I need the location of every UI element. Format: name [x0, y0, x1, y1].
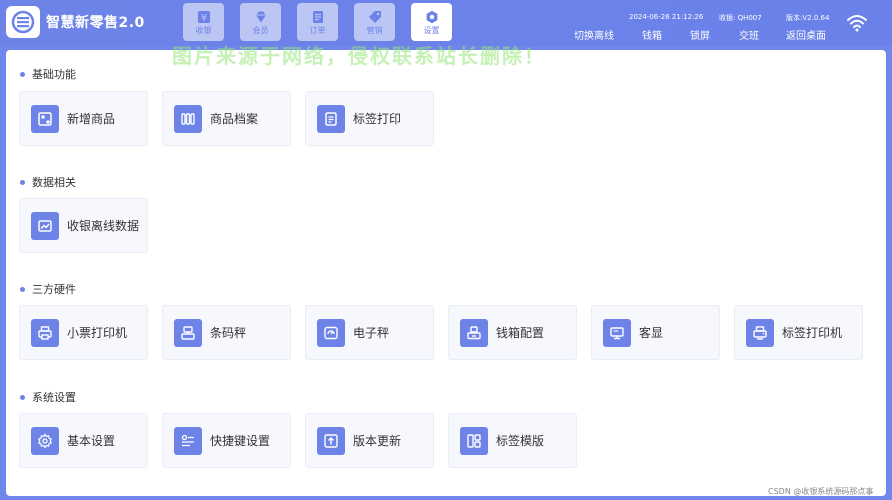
electronic-scale-icon [317, 318, 345, 347]
receipt-printer-icon [31, 318, 59, 347]
product-archive-icon [174, 104, 202, 133]
tile-basic-settings[interactable]: 基本设置 [19, 413, 148, 468]
offline-data-icon [31, 211, 59, 240]
bullet-dot [20, 179, 25, 185]
gear-icon [426, 10, 437, 23]
tag-icon [368, 10, 381, 23]
watermark-text: 图片来源于网络，侵权联系站长删除！ [172, 44, 546, 68]
diamond-icon [255, 11, 266, 22]
tile-offline-data[interactable]: 收银离线数据 [19, 198, 148, 253]
customer-display-icon [603, 318, 631, 347]
shift-handover-button[interactable]: 交班 [739, 27, 759, 42]
bullet-dot [20, 71, 25, 77]
tile-label: 电子秤 [353, 326, 390, 340]
tile-add-product[interactable]: 新增商品 [19, 91, 148, 146]
lock-screen-button[interactable]: 锁屏 [690, 27, 710, 42]
switch-offline-button[interactable]: 切换离线 [574, 27, 614, 42]
header-actions: 切换离线 钱箱 锁屏 交班 返回桌面 [0, 27, 892, 42]
shortcut-icon [174, 426, 202, 455]
label-print-icon [317, 104, 345, 133]
tile-label: 小票打印机 [67, 326, 128, 340]
tile-label: 收银离线数据 [67, 219, 140, 233]
tile-label-template[interactable]: 标签模版 [448, 413, 577, 468]
cash-drawer-button[interactable]: 钱箱 [642, 27, 662, 42]
wifi-icon [847, 15, 867, 32]
tile-label-printer[interactable]: 标签打印机 [734, 305, 863, 360]
return-desktop-button[interactable]: 返回桌面 [786, 27, 826, 42]
cashier-id: 收银: QH007 [719, 14, 762, 22]
tile-label: 标签打印机 [782, 326, 843, 340]
tile-customer-display[interactable]: 客显 [591, 305, 720, 360]
footer-credit: CSDN @收银系统源码那点事 [768, 487, 874, 496]
settings-panel: 基础功能 新增商品 商品档案 标签打印 数据相关 收银离线数据 三方硬件 小票打… [6, 50, 886, 496]
datetime-display: 2024-06-26 21:12:26 [629, 13, 704, 21]
tile-label: 条码秤 [210, 326, 247, 340]
version-label: 版本:V2.0.64 [786, 14, 830, 22]
section-title-data: 数据相关 [20, 174, 76, 190]
settings-gear-icon [31, 426, 59, 455]
tile-version-update[interactable]: 版本更新 [305, 413, 434, 468]
tile-cash-drawer-config[interactable]: 钱箱配置 [448, 305, 577, 360]
tile-receipt-printer[interactable]: 小票打印机 [19, 305, 148, 360]
tile-label: 基本设置 [67, 434, 116, 448]
tile-label: 商品档案 [210, 112, 259, 126]
tile-label: 版本更新 [353, 434, 402, 448]
svg-text:¥: ¥ [200, 13, 206, 24]
bullet-dot [20, 394, 25, 400]
yen-icon: ¥ [197, 10, 210, 24]
tile-electronic-scale[interactable]: 电子秤 [305, 305, 434, 360]
barcode-scale-icon [174, 318, 202, 347]
tile-label: 新增商品 [67, 112, 116, 126]
tile-label: 标签打印 [353, 112, 402, 126]
tile-label: 标签模版 [496, 434, 545, 448]
template-icon [460, 426, 488, 455]
label-printer-icon [746, 318, 774, 347]
order-icon [312, 10, 323, 23]
section-title-basic: 基础功能 [20, 66, 76, 82]
tile-label: 钱箱配置 [496, 326, 545, 340]
section-title-hardware: 三方硬件 [20, 281, 76, 297]
tile-label: 快捷键设置 [210, 434, 271, 448]
tile-product-archive[interactable]: 商品档案 [162, 91, 291, 146]
update-icon [317, 426, 345, 455]
cash-drawer-icon [460, 318, 488, 347]
tile-label-print[interactable]: 标签打印 [305, 91, 434, 146]
tile-shortcut-settings[interactable]: 快捷键设置 [162, 413, 291, 468]
add-product-icon [31, 104, 59, 133]
tile-barcode-scale[interactable]: 条码秤 [162, 305, 291, 360]
section-title-system: 系统设置 [20, 389, 76, 405]
bullet-dot [20, 286, 25, 292]
tile-label: 客显 [639, 326, 664, 340]
